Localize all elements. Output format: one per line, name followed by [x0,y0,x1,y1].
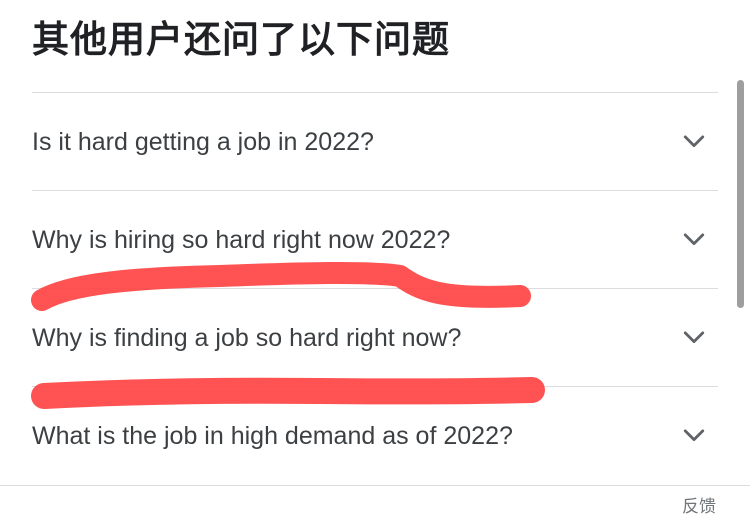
chevron-down-icon[interactable] [680,225,708,253]
chevron-down-icon[interactable] [680,323,708,351]
chevron-down-icon[interactable] [680,127,708,155]
section-title: 其他用户还问了以下问题 [32,18,450,61]
feedback-link[interactable]: 反馈 [682,496,716,518]
question-label: Why is finding a job so hard right now? [32,324,462,352]
question-label: What is the job in high demand as of 202… [32,422,513,450]
question-row-2[interactable]: Why is hiring so hard right now 2022? [32,191,718,288]
question-label: Is it hard getting a job in 2022? [32,128,374,156]
question-label: Why is hiring so hard right now 2022? [32,226,451,254]
chevron-down-icon[interactable] [680,421,708,449]
scrollbar[interactable] [737,80,744,308]
question-row-4[interactable]: What is the job in high demand as of 202… [32,387,718,484]
question-row-3[interactable]: Why is finding a job so hard right now? [32,289,718,386]
question-row-1[interactable]: Is it hard getting a job in 2022? [32,93,718,190]
footer-divider [0,485,750,486]
